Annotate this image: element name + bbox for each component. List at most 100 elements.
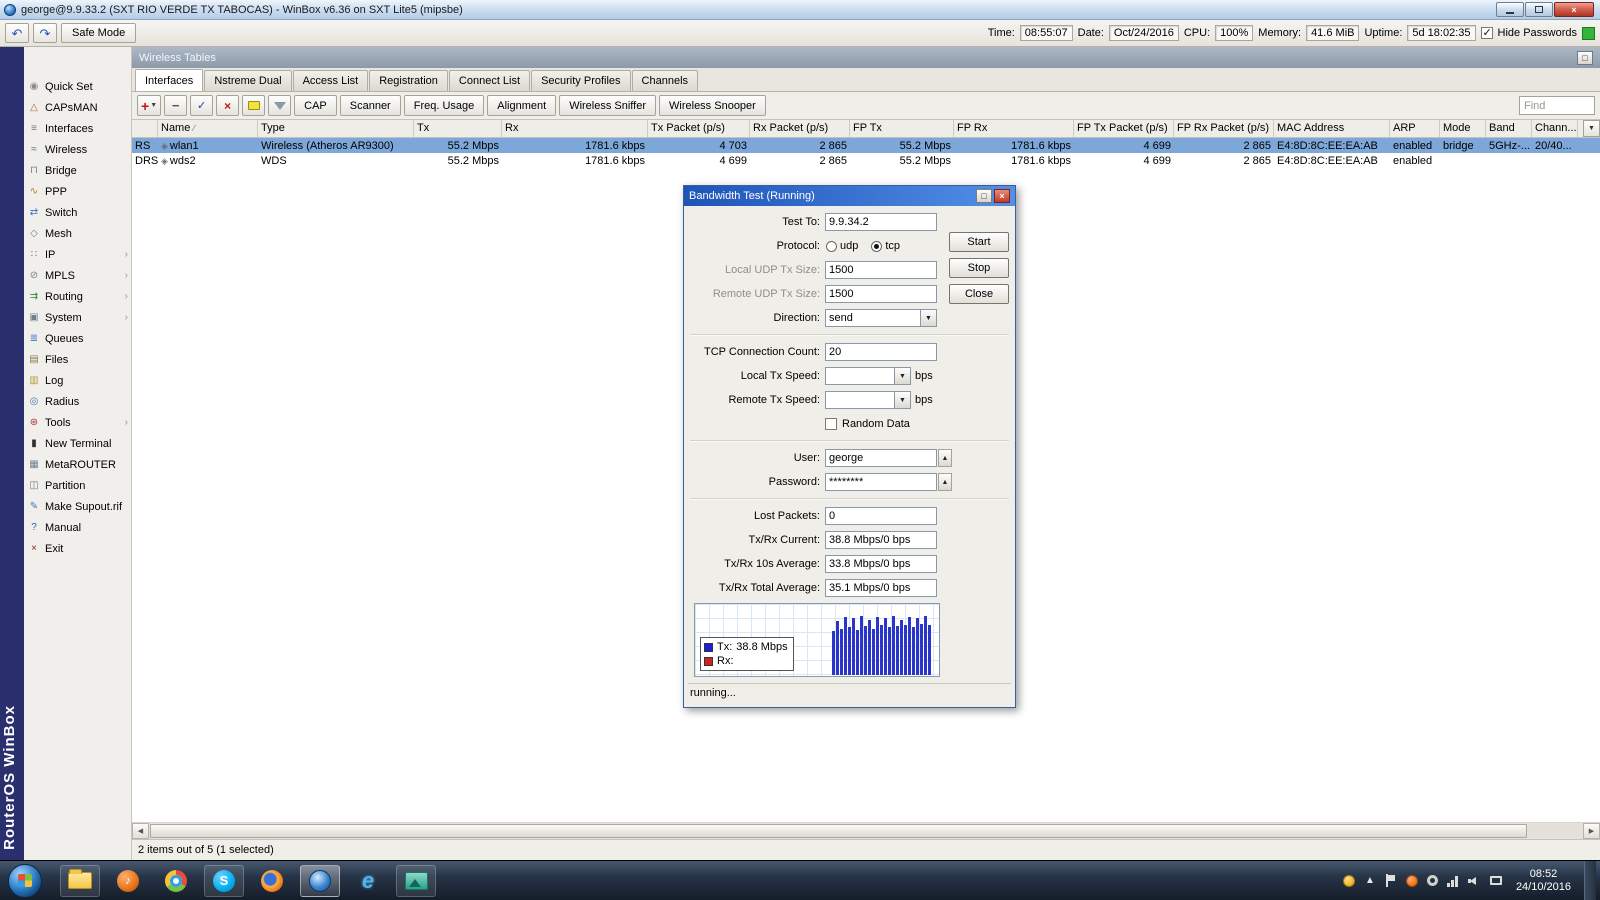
sidebar-item-radius[interactable]: ◎Radius <box>24 391 131 412</box>
tray-settings-gear-icon[interactable] <box>1426 874 1440 888</box>
sidebar-item-mesh[interactable]: ◇Mesh <box>24 223 131 244</box>
tab-security-profiles[interactable]: Security Profiles <box>531 70 630 91</box>
column-header-name[interactable]: Name∕ <box>158 120 258 137</box>
sidebar-item-system[interactable]: ▣System› <box>24 307 131 328</box>
redo-button[interactable]: ↷ <box>33 23 57 43</box>
column-header-fp-rx[interactable]: FP Rx <box>954 120 1074 137</box>
cap-button[interactable]: CAP <box>294 95 337 116</box>
comment-button[interactable] <box>242 95 265 116</box>
column-header-channel[interactable]: Chann... <box>1532 120 1578 137</box>
sidebar-item-routing[interactable]: ⇉Routing› <box>24 286 131 307</box>
column-header-fp-tx[interactable]: FP Tx <box>850 120 954 137</box>
dialog-close-icon-button[interactable]: × <box>994 189 1010 203</box>
column-header-arp[interactable]: ARP <box>1390 120 1440 137</box>
column-header-tx-packet[interactable]: Tx Packet (p/s) <box>648 120 750 137</box>
sidebar-item-interfaces[interactable]: ≡Interfaces <box>24 118 131 139</box>
sidebar-item-bridge[interactable]: ⊓Bridge <box>24 160 131 181</box>
scrollbar-track[interactable] <box>149 823 1583 839</box>
column-selector-button[interactable]: ▼ <box>1583 120 1600 137</box>
taskbar-internet-explorer-button[interactable]: e <box>348 865 388 897</box>
local-tx-speed-dropdown-icon[interactable]: ▼ <box>895 367 911 385</box>
column-header-band[interactable]: Band <box>1486 120 1532 137</box>
tab-channels[interactable]: Channels <box>632 70 698 91</box>
close-button[interactable]: × <box>1554 2 1594 17</box>
scroll-right-button[interactable]: ▶ <box>1583 823 1600 839</box>
freq-usage-button[interactable]: Freq. Usage <box>404 95 485 116</box>
alignment-button[interactable]: Alignment <box>487 95 556 116</box>
sidebar-item-mpls[interactable]: ⊘MPLS› <box>24 265 131 286</box>
taskbar-clock[interactable]: 08:52 24/10/2016 <box>1516 868 1571 894</box>
column-header-fp-tx-packet[interactable]: FP Tx Packet (p/s) <box>1074 120 1174 137</box>
random-data-checkbox[interactable] <box>825 418 837 430</box>
sidebar-item-capsman[interactable]: △CAPsMAN <box>24 97 131 118</box>
tray-app-icon[interactable] <box>1405 874 1419 888</box>
sidebar-item-tools[interactable]: ⊛Tools› <box>24 412 131 433</box>
tab-interfaces[interactable]: Interfaces <box>135 69 203 91</box>
column-header-flags[interactable] <box>132 120 158 137</box>
remote-tx-speed-dropdown-icon[interactable]: ▼ <box>895 391 911 409</box>
local-tx-speed-input[interactable] <box>825 367 895 385</box>
disable-button[interactable]: × <box>216 95 239 116</box>
show-desktop-button[interactable] <box>1584 861 1596 900</box>
sidebar-item-ip[interactable]: ∷IP› <box>24 244 131 265</box>
sidebar-item-switch[interactable]: ⇄Switch <box>24 202 131 223</box>
column-header-rx-packet[interactable]: Rx Packet (p/s) <box>750 120 850 137</box>
tray-update-icon[interactable] <box>1342 874 1356 888</box>
enable-button[interactable]: ✓ <box>190 95 213 116</box>
wireless-sniffer-button[interactable]: Wireless Sniffer <box>559 95 656 116</box>
tab-access-list[interactable]: Access List <box>293 70 369 91</box>
sidebar-item-make-supout[interactable]: ✎Make Supout.rif <box>24 496 131 517</box>
sidebar-item-metarouter[interactable]: ▦MetaROUTER <box>24 454 131 475</box>
password-input[interactable] <box>825 473 937 491</box>
tab-connect-list[interactable]: Connect List <box>449 70 530 91</box>
sidebar-item-new-terminal[interactable]: ▮New Terminal <box>24 433 131 454</box>
tray-hidden-icons-arrow-icon[interactable]: ▲ <box>1363 874 1377 888</box>
sidebar-item-wireless[interactable]: ≈Wireless <box>24 139 131 160</box>
dialog-maximize-button[interactable]: □ <box>976 189 992 203</box>
taskbar-firefox-button[interactable] <box>252 865 292 897</box>
table-row-wds2[interactable]: DRS ◈wds2 WDS 55.2 Mbps 1781.6 kbps 4 69… <box>132 153 1600 168</box>
wireless-tables-maximize-button[interactable]: □ <box>1577 51 1593 65</box>
column-header-fp-rx-packet[interactable]: FP Rx Packet (p/s) <box>1174 120 1274 137</box>
column-header-mac-address[interactable]: MAC Address <box>1274 120 1390 137</box>
protocol-udp-radio[interactable] <box>826 241 837 252</box>
start-button[interactable]: Start <box>949 232 1009 252</box>
remote-tx-speed-input[interactable] <box>825 391 895 409</box>
sidebar-item-files[interactable]: ▤Files <box>24 349 131 370</box>
test-to-input[interactable] <box>825 213 937 231</box>
tray-network-icon[interactable] <box>1489 874 1503 888</box>
scanner-button[interactable]: Scanner <box>340 95 401 116</box>
tray-volume-icon[interactable] <box>1468 874 1482 888</box>
sidebar-item-manual[interactable]: ?Manual <box>24 517 131 538</box>
protocol-tcp-radio[interactable] <box>871 241 882 252</box>
tab-nstreme-dual[interactable]: Nstreme Dual <box>204 70 291 91</box>
stop-button[interactable]: Stop <box>949 258 1009 278</box>
safe-mode-button[interactable]: Safe Mode <box>61 23 136 43</box>
hide-passwords-checkbox[interactable] <box>1481 27 1493 39</box>
wireless-snooper-button[interactable]: Wireless Snooper <box>659 95 766 116</box>
column-header-mode[interactable]: Mode <box>1440 120 1486 137</box>
tab-registration[interactable]: Registration <box>369 70 448 91</box>
user-input[interactable] <box>825 449 937 467</box>
find-input[interactable] <box>1519 96 1595 115</box>
table-row-wlan1[interactable]: RS ◈wlan1 Wireless (Atheros AR9300) 55.2… <box>132 138 1600 153</box>
taskbar-explorer-button[interactable] <box>60 865 100 897</box>
column-header-rx[interactable]: Rx <box>502 120 648 137</box>
tray-signal-icon[interactable] <box>1447 874 1461 888</box>
direction-select[interactable] <box>825 309 921 327</box>
sidebar-item-log[interactable]: ▥Log <box>24 370 131 391</box>
password-up-icon[interactable]: ▲ <box>938 473 952 491</box>
taskbar-winbox-button[interactable] <box>300 865 340 897</box>
taskbar-media-player-button[interactable]: ♪ <box>108 865 148 897</box>
minimize-button[interactable] <box>1496 2 1524 17</box>
scrollbar-thumb[interactable] <box>150 824 1527 838</box>
column-header-tx[interactable]: Tx <box>414 120 502 137</box>
maximize-button[interactable] <box>1525 2 1553 17</box>
remove-button[interactable]: − <box>164 95 187 116</box>
sidebar-item-quick-set[interactable]: ◉Quick Set <box>24 76 131 97</box>
sidebar-item-queues[interactable]: ≣Queues <box>24 328 131 349</box>
scroll-left-button[interactable]: ◀ <box>132 823 149 839</box>
horizontal-scrollbar[interactable]: ◀ ▶ <box>132 822 1600 839</box>
taskbar-skype-button[interactable]: S <box>204 865 244 897</box>
add-button[interactable]: +▼ <box>137 95 161 116</box>
